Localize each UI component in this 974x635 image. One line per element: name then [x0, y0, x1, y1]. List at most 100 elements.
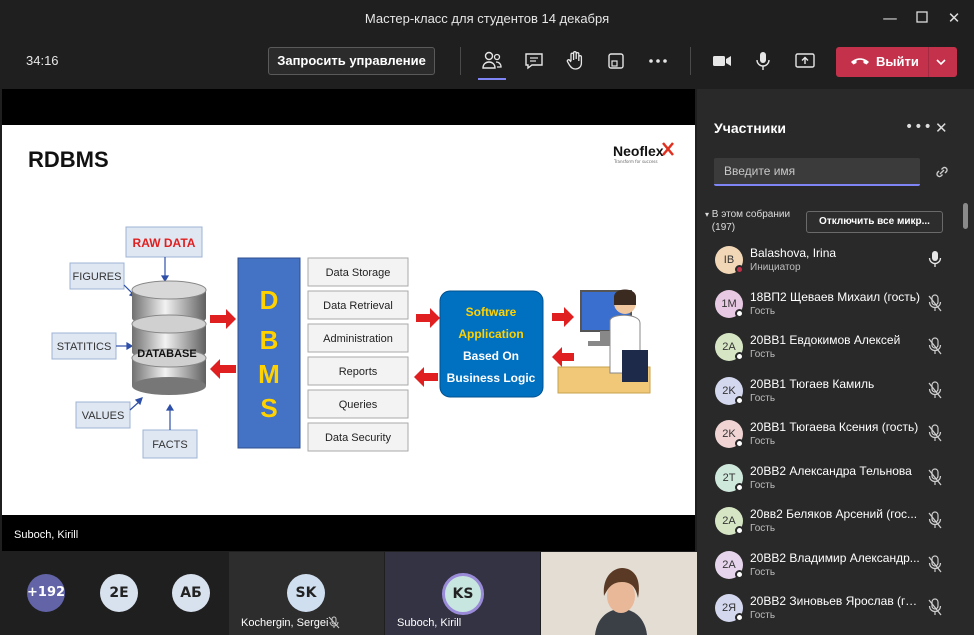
avatar[interactable]: 2E [100, 574, 138, 612]
chevron-down-icon[interactable] [934, 55, 948, 69]
participants-panel: Участники ••• ✕ ▾ В этом собрании (197) … [697, 89, 974, 635]
participant-row[interactable]: 2K 20ВВ1 Тюгаева Ксения (гость) Гость [697, 414, 963, 457]
active-tab-indicator [478, 78, 506, 80]
meeting-timer: 34:16 [26, 53, 59, 68]
presence-status-icon [735, 439, 744, 448]
hang-up-icon [851, 58, 869, 65]
dbms-app-arrows [414, 308, 440, 387]
function-label: Administration [323, 333, 393, 345]
input-values: VALUES [75, 401, 131, 429]
participant-role: Гость [750, 436, 776, 447]
participant-role: Гость [750, 479, 776, 491]
participant-video[interactable] [541, 552, 697, 635]
participant-row[interactable]: 2A 20ВВ1 Евдокимов Алексей Гость [697, 327, 963, 370]
presence-status-icon [735, 482, 744, 492]
participant-row[interactable]: 2K 20ВВ1 Тюгаев Камиль Гость [697, 371, 963, 414]
input-facts: FACTS [142, 429, 198, 459]
participant-name: Balashova, Irina [750, 246, 837, 260]
window-title: Мастер-класс для студентов 14 декабря [364, 11, 610, 26]
participant-role: Гость [750, 305, 776, 317]
participant-name: 20ВВ1 Тюгаев Камиль [750, 376, 875, 391]
panel-scrollbar[interactable] [963, 203, 968, 229]
input-label: VALUES [82, 410, 125, 422]
participant-row[interactable]: 1M 18ВП2 Щеваев Михаил (гость) Гость [697, 284, 963, 327]
avatar: SK [287, 574, 325, 612]
participant-name: 20вв2 Беляков Арсений (гос... [750, 507, 918, 521]
overflow-participants-button[interactable]: +192 [27, 574, 65, 612]
participant-role: Гость [750, 610, 776, 621]
leave-button[interactable]: Выйти [836, 47, 957, 77]
app-user-arrows [552, 307, 574, 367]
microphone-off-icon[interactable] [927, 511, 943, 529]
microphone-off-icon[interactable] [927, 337, 943, 355]
more-actions-icon[interactable] [645, 48, 671, 74]
input-label: FIGURES [73, 271, 122, 283]
app-line: Business Logic [447, 371, 536, 385]
participant-role: Гость [750, 566, 776, 578]
input-label: STATITICS [57, 341, 112, 353]
app-line: Based On [463, 349, 519, 363]
microphone-off-icon[interactable] [927, 598, 943, 616]
section-label: В этом собрании (197) [711, 209, 791, 233]
function-label: Data Storage [326, 267, 391, 279]
avatar-speaking: KS [442, 573, 484, 615]
participant-name: 20ВВ2 Александра Тельнова [750, 463, 912, 478]
mute-all-button[interactable]: Отключить все микр... [806, 211, 943, 233]
db-dbms-arrows [210, 309, 236, 379]
microphone-on-icon[interactable] [927, 250, 943, 268]
panel-more-icon[interactable]: ••• [905, 119, 933, 135]
panel-close-icon[interactable]: ✕ [935, 119, 948, 137]
shared-slide: RDBMS Neoflex Transform for success RAW … [2, 125, 695, 515]
input-label: FACTS [152, 439, 187, 451]
participant-tile-suboch[interactable]: KS Suboch, Kirill [385, 552, 540, 635]
toolbar-divider [690, 47, 691, 75]
participant-row[interactable]: 2T 20ВВ2 Александра Тельнова Гость [697, 458, 963, 501]
participant-row[interactable]: 2A 20ВВ2 Владимир Александр... Гость [697, 545, 963, 588]
dbms-letter: D [260, 285, 279, 315]
participant-tile-kochergin[interactable]: SK Kochergin, Sergei [229, 552, 384, 635]
participant-role: Гость [750, 392, 776, 404]
presence-status-icon [735, 352, 744, 361]
database-label: DATABASE [137, 348, 196, 360]
section-in-meeting[interactable]: ▾ В этом собрании (197) [705, 208, 804, 234]
rdbms-diagram: RAW DATA FIGURES STATITICS VALUES FACTS [51, 226, 651, 459]
app-line: Software [466, 305, 517, 319]
microphone-off-icon[interactable] [927, 293, 943, 312]
request-control-button[interactable]: Запросить управление [268, 47, 435, 75]
microphone-off-icon[interactable] [927, 424, 943, 442]
microphone-icon[interactable] [750, 48, 776, 74]
minimize-icon[interactable]: — [880, 8, 900, 28]
video-feed-person [541, 552, 697, 635]
participant-name: 20ВВ2 Зиновьев Ярослав (го... [750, 594, 920, 608]
shared-content-stage: RDBMS Neoflex Transform for success RAW … [2, 89, 695, 551]
presence-status-icon [735, 265, 744, 274]
breakout-rooms-icon[interactable] [603, 48, 629, 74]
chat-icon[interactable] [521, 48, 547, 74]
participant-row[interactable]: IB Balashova, Irina Инициатор [697, 240, 963, 283]
participant-name: Suboch, Kirill [397, 617, 462, 629]
participant-role: Гость [750, 349, 776, 360]
participant-name: 18ВП2 Щеваев Михаил (гость) [750, 289, 920, 304]
software-application-box: Software Application Based On Business L… [439, 290, 544, 398]
participant-row[interactable]: 2A 20вв2 Беляков Арсений (гос... Гость [697, 501, 963, 544]
participants-icon[interactable] [479, 48, 505, 74]
function-list: Data Storage Data Retrieval Administrati… [307, 257, 409, 452]
dbms-letter: B [260, 325, 279, 355]
meeting-toolbar: 34:16 Запросить управление Выйти [0, 36, 974, 86]
camera-icon[interactable] [709, 48, 735, 74]
input-label: RAW DATA [133, 236, 196, 250]
presence-status-icon [735, 308, 744, 318]
close-window-icon[interactable]: ✕ [944, 8, 964, 28]
microphone-off-icon[interactable] [927, 467, 943, 486]
raise-hand-icon[interactable] [562, 48, 588, 74]
participant-row[interactable]: 2Я 20ВВ2 Зиновьев Ярослав (го... Гость [697, 588, 963, 631]
microphone-off-icon[interactable] [927, 380, 943, 399]
maximize-icon[interactable] [912, 8, 932, 28]
input-raw-data: RAW DATA [125, 226, 203, 258]
share-invite-link-icon[interactable] [933, 163, 951, 181]
share-screen-icon[interactable] [792, 48, 818, 74]
input-figures: FIGURES [69, 262, 125, 290]
microphone-off-icon[interactable] [927, 554, 943, 573]
participant-search-input[interactable] [714, 158, 920, 186]
avatar[interactable]: АБ [172, 574, 210, 612]
